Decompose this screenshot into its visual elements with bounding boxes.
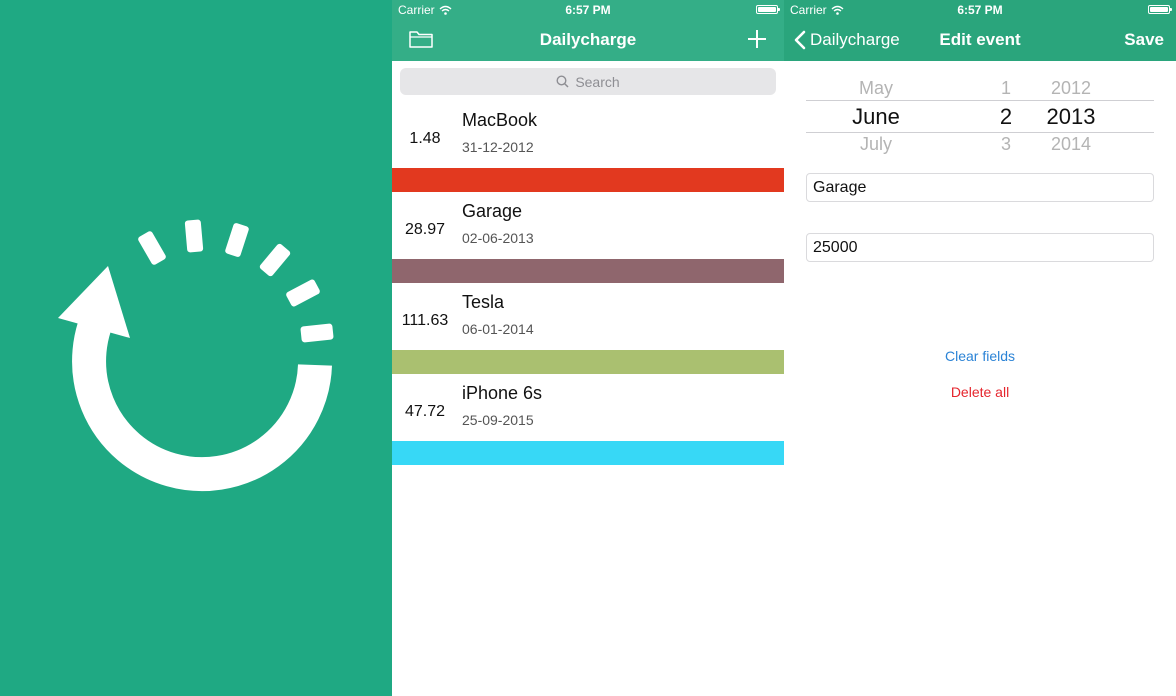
list-item-iphone[interactable]: 47.72 iPhone 6s 25-09-2015: [392, 374, 784, 441]
event-list-screen: Carrier 6:57 PM Dailycharge Search 1.48 …: [392, 0, 784, 696]
search-placeholder: Search: [575, 73, 620, 90]
picker-month-prev[interactable]: May: [826, 78, 926, 99]
event-color-bar: [392, 168, 784, 192]
event-name: iPhone 6s: [462, 383, 543, 403]
event-date: 31-12-2012: [462, 139, 534, 155]
picker-year-prev[interactable]: 2012: [1026, 78, 1116, 99]
picker-month-selected[interactable]: June: [826, 104, 926, 130]
event-date: 06-01-2014: [462, 321, 534, 337]
clear-fields-button[interactable]: Clear fields: [784, 348, 1176, 364]
list-item-garage[interactable]: 28.97 Garage 02-06-2013: [392, 192, 784, 259]
search-icon: [556, 75, 569, 88]
page-title: Edit event: [939, 30, 1021, 49]
navigation-bar: Carrier 6:57 PM Dailycharge Edit event S…: [784, 0, 1176, 61]
navigation-bar: Carrier 6:57 PM Dailycharge: [392, 0, 784, 61]
status-bar: Carrier 6:57 PM: [784, 0, 1176, 20]
event-name-field[interactable]: [806, 173, 1154, 202]
picker-selection-line: [806, 132, 1154, 133]
event-date: 02-06-2013: [462, 230, 534, 246]
plus-icon: [748, 30, 766, 48]
picker-year-selected[interactable]: 2013: [1026, 104, 1116, 130]
event-color-bar: [392, 259, 784, 283]
event-value: 111.63: [401, 312, 449, 329]
status-bar: Carrier 6:57 PM: [392, 0, 784, 20]
event-color-bar: [392, 350, 784, 374]
event-value: 1.48: [409, 130, 441, 147]
date-picker[interactable]: May June July 1 2 3 2012 2013 2014: [806, 72, 1154, 156]
list-item-tesla[interactable]: 111.63 Tesla 06-01-2014: [392, 283, 784, 350]
event-date: 25-09-2015: [462, 412, 534, 428]
delete-all-button[interactable]: Delete all: [784, 384, 1176, 400]
event-name: Tesla: [462, 292, 505, 312]
picker-month-next[interactable]: July: [826, 134, 926, 154]
event-value: 28.97: [404, 221, 446, 238]
picker-selection-line: [806, 100, 1154, 101]
app-icon-panel: [0, 0, 392, 696]
add-event-button[interactable]: [746, 28, 768, 50]
event-value: 47.72: [404, 403, 446, 420]
battery-icon: [1148, 5, 1172, 14]
event-name: Garage: [462, 201, 523, 221]
search-input[interactable]: Search: [400, 68, 776, 95]
save-button[interactable]: Save: [1124, 30, 1164, 50]
event-color-bar: [392, 441, 784, 465]
status-time: 6:57 PM: [565, 3, 611, 17]
edit-event-screen: Carrier 6:57 PM Dailycharge Edit event S…: [784, 0, 1176, 696]
event-amount-field[interactable]: [806, 233, 1154, 262]
status-time: 6:57 PM: [957, 3, 1003, 17]
event-name: MacBook: [462, 110, 538, 130]
refresh-arrow-icon: [58, 219, 334, 492]
event-list: 1.48 MacBook 31-12-2012 28.97 Garage 02-…: [392, 101, 784, 465]
picker-year-next[interactable]: 2014: [1026, 134, 1116, 154]
list-item-macbook[interactable]: 1.48 MacBook 31-12-2012: [392, 101, 784, 168]
page-title: Dailycharge: [539, 30, 637, 49]
search-bar: Search: [392, 61, 784, 101]
battery-icon: [756, 5, 780, 14]
